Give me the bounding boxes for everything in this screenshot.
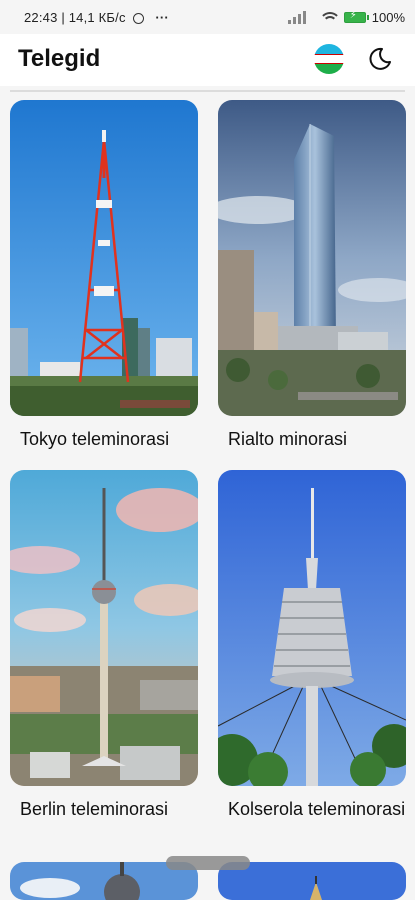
status-time: 22:43: [24, 10, 58, 25]
tower-card-berlin[interactable]: Berlin teleminorasi: [10, 470, 198, 821]
tower-image: [10, 100, 198, 416]
status-bar: 22:43 | 14,1 КБ/с ··· ⚡ 100%: [0, 0, 415, 34]
tower-title: Rialto minorasi: [228, 429, 348, 449]
tower-title: Tokyo teleminorasi: [20, 429, 170, 449]
battery-icon: ⚡: [343, 10, 369, 23]
language-flag-button[interactable]: [314, 44, 344, 74]
tower-image: [218, 100, 406, 416]
battery-level: 100%: [371, 9, 405, 25]
wifi-icon: [321, 11, 338, 24]
tower-card-kolserola[interactable]: Kolserola teleminorasi: [218, 470, 406, 821]
header-divider: [10, 90, 405, 92]
dark-mode-toggle[interactable]: [367, 46, 393, 72]
tower-title: Berlin teleminorasi: [20, 799, 169, 819]
tower-title: Kolserola teleminorasi: [228, 799, 406, 819]
tower-card-rialto[interactable]: Rialto minorasi: [218, 100, 406, 451]
signal-icon: [287, 10, 316, 24]
scroll-handle[interactable]: [166, 856, 250, 870]
tower-image: [218, 470, 406, 786]
alarm-icon: [132, 13, 144, 24]
more-notifications-icon: ···: [155, 10, 169, 25]
app-title: Telegid: [18, 45, 101, 72]
network-speed: 14,1 КБ/с: [68, 10, 126, 25]
app-bar: Telegid: [0, 34, 415, 86]
tower-card-tokyo[interactable]: Tokyo teleminorasi: [10, 100, 198, 451]
tower-image: [10, 470, 198, 786]
moon-icon: [369, 47, 391, 70]
